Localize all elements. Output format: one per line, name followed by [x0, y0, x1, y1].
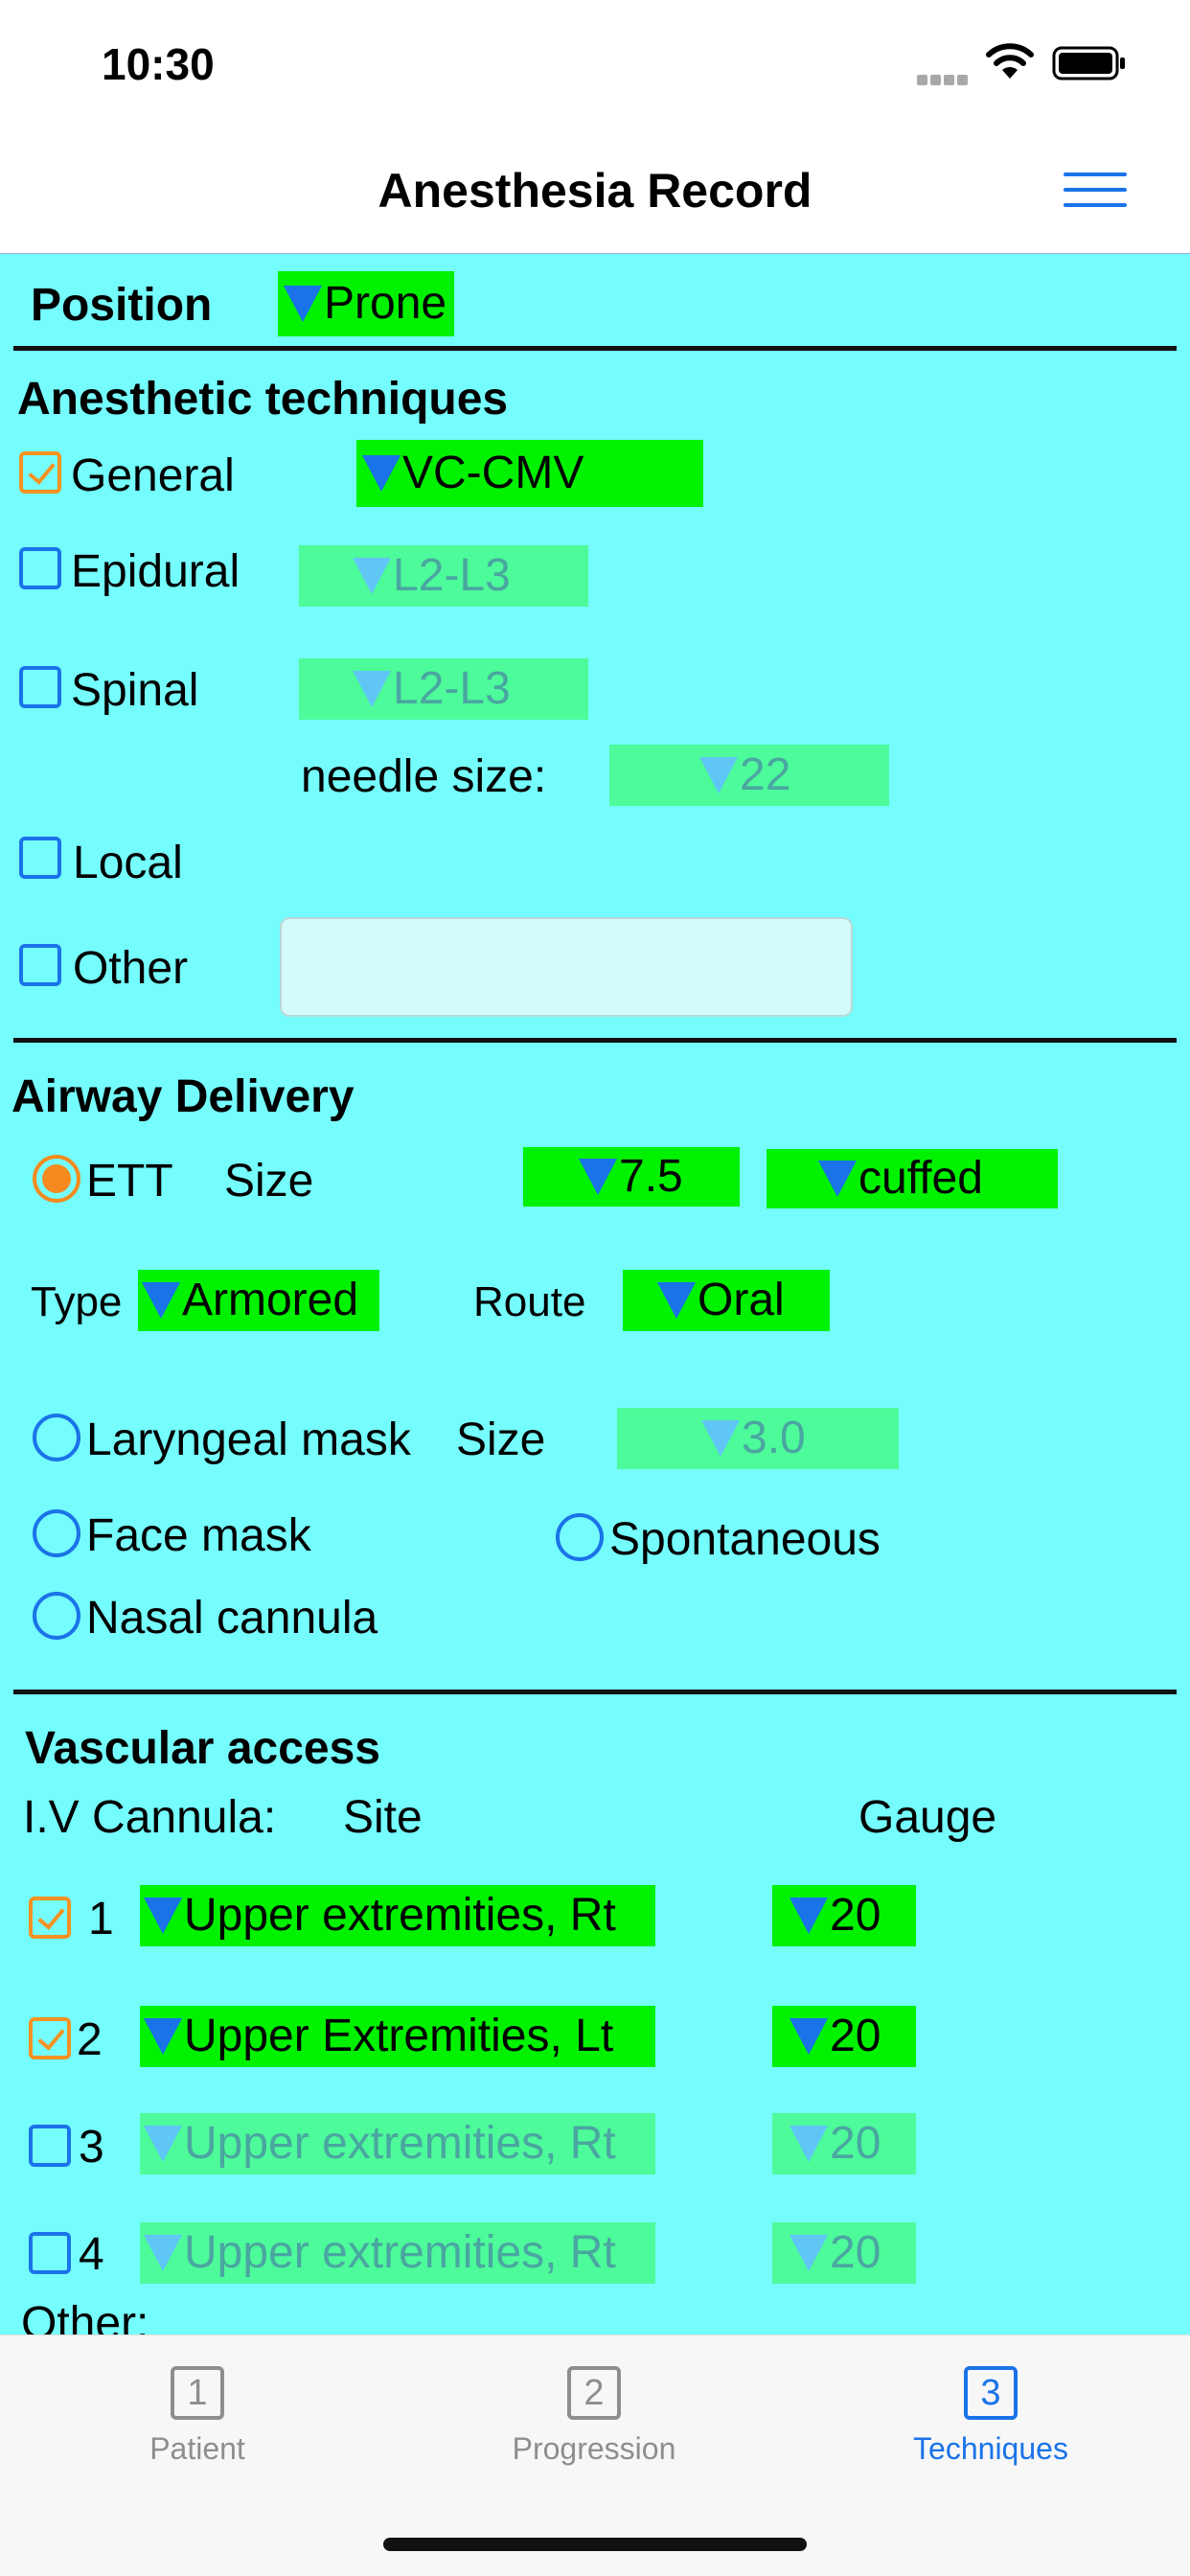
tube-type-dropdown[interactable]: Armored: [138, 1270, 379, 1331]
tab-patient[interactable]: 1 Patient: [54, 2366, 341, 2467]
iv-row-2-gauge-dropdown[interactable]: 20: [772, 2006, 916, 2067]
ett-size-dropdown[interactable]: 7.5: [523, 1147, 740, 1207]
iv-row-2-site-dropdown[interactable]: Upper Extremities, Lt: [140, 2006, 655, 2067]
epidural-label: Epidural: [71, 546, 240, 597]
epidural-checkbox[interactable]: [19, 547, 61, 589]
tab-label: Patient: [149, 2431, 245, 2466]
epidural-level-dropdown[interactable]: L2-L3: [299, 545, 588, 607]
iv-row-3-site-dropdown[interactable]: Upper extremities, Rt: [140, 2113, 655, 2174]
iv-row-1-checkbox[interactable]: [29, 1897, 71, 1939]
iv-row-1-site-dropdown[interactable]: Upper extremities, Rt: [140, 1885, 655, 1946]
lma-size-dropdown[interactable]: 3.0: [617, 1408, 899, 1469]
dropdown-arrow-icon: [142, 1282, 180, 1319]
dropdown-arrow-icon: [790, 1898, 828, 1934]
iv-row-3-checkbox[interactable]: [29, 2125, 71, 2167]
dropdown-arrow-icon: [699, 757, 738, 794]
cellular-signal-icon: [917, 73, 971, 85]
lma-size-label: Size: [456, 1414, 546, 1465]
ett-size-label: Size: [224, 1156, 314, 1207]
iv-row-3-gauge-dropdown[interactable]: 20: [772, 2113, 916, 2174]
dropdown-arrow-icon: [353, 558, 391, 594]
dropdown-arrow-icon: [790, 2126, 828, 2162]
tab-techniques[interactable]: 3 Techniques: [847, 2366, 1134, 2467]
face-mask-label: Face mask: [86, 1510, 311, 1561]
vascular-access-heading: Vascular access: [25, 1723, 380, 1774]
tab-label: Techniques: [913, 2431, 1068, 2466]
home-indicator: [383, 2538, 807, 2551]
wifi-icon: [986, 43, 1034, 79]
record-form: Position Prone Anesthetic techniques Gen…: [0, 253, 1190, 2347]
spinal-label: Spinal: [71, 665, 199, 716]
iv-row-4-site-dropdown[interactable]: Upper extremities, Rt: [140, 2222, 655, 2284]
spinal-level-dropdown[interactable]: L2-L3: [299, 658, 588, 720]
dropdown-arrow-icon: [144, 2235, 182, 2271]
spinal-checkbox[interactable]: [19, 666, 61, 708]
dropdown-arrow-icon: [144, 2126, 182, 2162]
iv-row-number: 2: [77, 2014, 103, 2065]
dropdown-arrow-icon: [144, 1898, 182, 1934]
ett-radio[interactable]: [33, 1155, 80, 1203]
ett-label: ETT: [86, 1156, 173, 1207]
anesthetic-techniques-heading: Anesthetic techniques: [17, 374, 509, 425]
local-checkbox[interactable]: [19, 837, 61, 879]
nasal-cannula-radio[interactable]: [33, 1592, 80, 1640]
other-technique-input[interactable]: [280, 917, 853, 1017]
dropdown-arrow-icon: [701, 1420, 740, 1457]
number-1-icon: 1: [171, 2366, 224, 2420]
needle-size-label: needle size:: [301, 751, 547, 802]
dropdown-arrow-icon: [818, 1161, 857, 1197]
cuff-dropdown[interactable]: cuffed: [767, 1149, 1058, 1208]
dropdown-arrow-icon: [790, 2235, 828, 2271]
divider: [13, 346, 1177, 351]
dropdown-arrow-icon: [790, 2018, 828, 2055]
laryngeal-mask-radio[interactable]: [33, 1414, 80, 1461]
iv-row-4-checkbox[interactable]: [29, 2232, 71, 2274]
other-label: Other: [73, 943, 189, 994]
menu-icon[interactable]: [1064, 172, 1127, 207]
dropdown-arrow-icon: [353, 671, 391, 707]
gauge-label: Gauge: [858, 1792, 997, 1843]
laryngeal-mask-label: Laryngeal mask: [86, 1414, 411, 1465]
site-label: Site: [343, 1792, 423, 1843]
iv-row-number: 1: [88, 1894, 114, 1944]
general-checkbox[interactable]: [19, 451, 61, 494]
divider: [13, 1690, 1177, 1694]
position-dropdown[interactable]: Prone: [278, 271, 454, 336]
route-label: Route: [473, 1278, 586, 1325]
page-title: Anesthesia Record: [378, 164, 812, 218]
number-2-icon: 2: [567, 2366, 621, 2420]
route-dropdown[interactable]: Oral: [623, 1270, 830, 1331]
spontaneous-radio[interactable]: [556, 1513, 604, 1561]
battery-icon: [1052, 46, 1125, 80]
needle-size-dropdown[interactable]: 22: [609, 745, 889, 806]
iv-row-number: 3: [79, 2122, 104, 2173]
general-label: General: [71, 450, 235, 501]
number-3-icon: 3: [964, 2366, 1018, 2420]
dropdown-arrow-icon: [284, 286, 322, 322]
status-time: 10:30: [102, 39, 215, 89]
tab-progression[interactable]: 2 Progression: [450, 2366, 738, 2467]
iv-row-2-checkbox[interactable]: [29, 2017, 71, 2059]
type-label: Type: [31, 1278, 123, 1325]
airway-delivery-heading: Airway Delivery: [11, 1071, 355, 1122]
dropdown-arrow-icon: [579, 1159, 617, 1195]
tab-label: Progression: [512, 2431, 676, 2466]
other-checkbox[interactable]: [19, 944, 61, 986]
local-label: Local: [73, 838, 183, 888]
dropdown-arrow-icon: [144, 2018, 182, 2055]
general-mode-dropdown[interactable]: VC-CMV: [356, 440, 703, 507]
face-mask-radio[interactable]: [33, 1509, 80, 1557]
iv-row-4-gauge-dropdown[interactable]: 20: [772, 2222, 916, 2284]
spontaneous-label: Spontaneous: [609, 1514, 881, 1565]
divider: [13, 1038, 1177, 1043]
iv-row-number: 4: [79, 2229, 104, 2280]
dropdown-arrow-icon: [657, 1282, 696, 1319]
iv-row-1-gauge-dropdown[interactable]: 20: [772, 1885, 916, 1946]
position-label: Position: [31, 280, 213, 331]
dropdown-arrow-icon: [362, 455, 400, 492]
iv-cannula-label: I.V Cannula:: [23, 1792, 277, 1843]
nasal-cannula-label: Nasal cannula: [86, 1593, 378, 1644]
